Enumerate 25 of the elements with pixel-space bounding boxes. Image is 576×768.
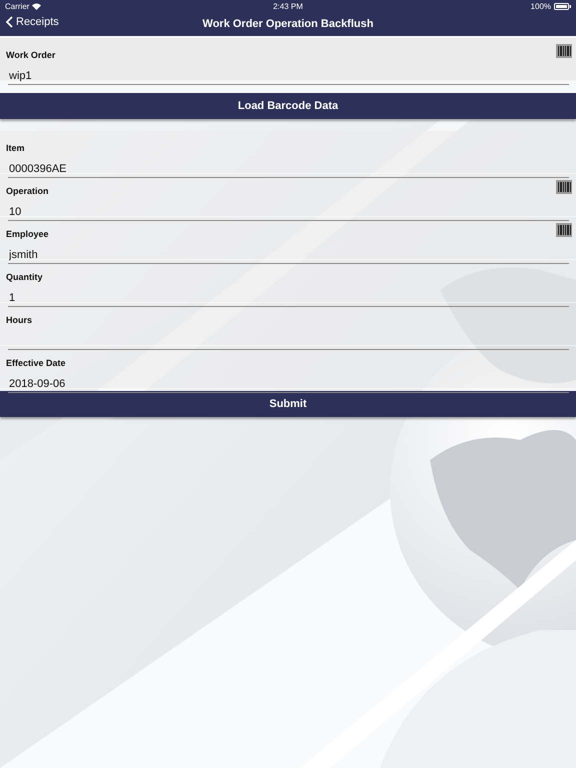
screen-title: Work Order Operation Backflush: [202, 18, 374, 30]
input-field[interactable]: 1: [8, 289, 569, 307]
field-label: Hours: [6, 315, 32, 325]
load-barcode-button[interactable]: Load Barcode Data: [0, 93, 576, 119]
barcode-icon[interactable]: [556, 180, 572, 194]
barcode-icon[interactable]: [556, 223, 572, 237]
field-label: Employee: [6, 229, 49, 239]
clock-time: 2:43 PM: [273, 2, 303, 10]
input-field[interactable]: jsmith: [8, 246, 569, 264]
wifi-icon: [32, 2, 42, 10]
carrier-label: Carrier: [5, 2, 30, 10]
field-label: Quantity: [6, 272, 43, 282]
field-label: Effective Date: [6, 358, 66, 368]
input-field[interactable]: wip1: [8, 67, 569, 85]
submit-button[interactable]: Submit: [0, 391, 576, 417]
chevron-left-icon: [6, 16, 13, 28]
input-field[interactable]: 0000396AE: [8, 160, 569, 178]
field-label: Operation: [6, 186, 49, 196]
field-label: Item: [6, 143, 25, 153]
barcode-icon[interactable]: [556, 44, 572, 58]
battery-icon: [554, 2, 572, 10]
input-field[interactable]: 10: [8, 203, 569, 221]
battery-percent: 100%: [530, 2, 552, 10]
field-label: Work Order: [6, 50, 56, 60]
back-button[interactable]: Receipts: [6, 16, 59, 28]
